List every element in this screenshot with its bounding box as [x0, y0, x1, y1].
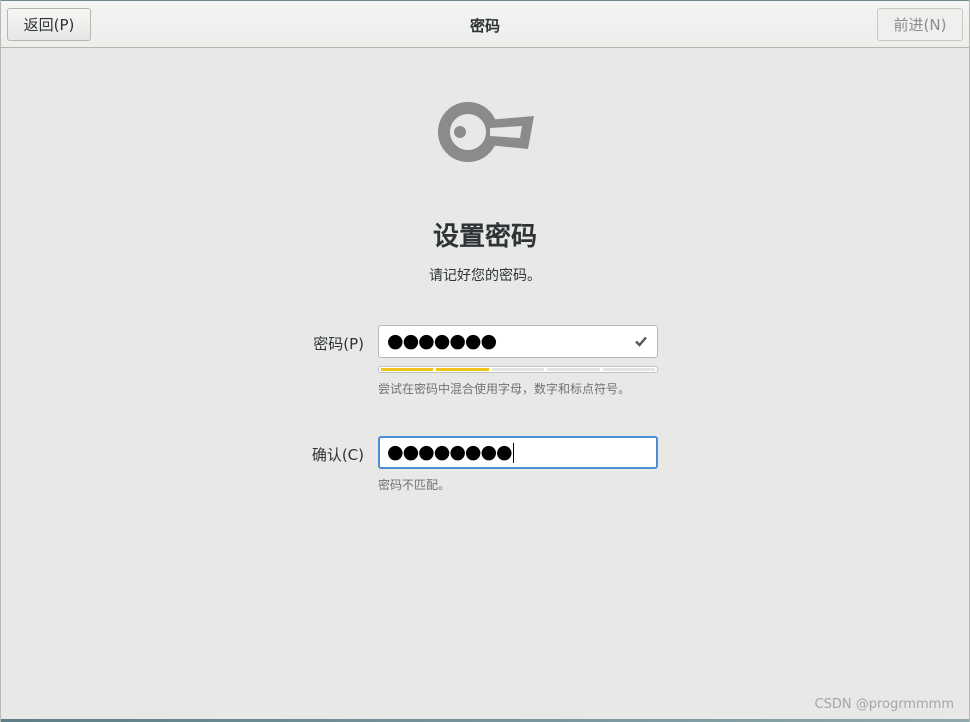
page-title: 设置密码: [432, 222, 537, 252]
key-icon: [438, 102, 534, 162]
installer-window: 返回(P) 密码 前进(N) 设置密码 请记好您的密码。 密码(P) ●●●●●…: [0, 0, 970, 722]
text-cursor: [512, 442, 514, 463]
page-subtitle: 请记好您的密码。: [429, 268, 541, 284]
confirm-hint: 密码不匹配。: [378, 478, 451, 492]
watermark: CSDN @progrmmmm: [814, 697, 954, 712]
password-value: ●●●●●●●: [387, 330, 497, 352]
next-button[interactable]: 前进(N): [877, 8, 963, 41]
strength-segment: [381, 368, 434, 371]
confirm-value: ●●●●●●●●: [387, 441, 513, 463]
confirm-password-field[interactable]: ●●●●●●●●: [378, 436, 658, 469]
check-icon: [635, 336, 647, 347]
password-hint: 尝试在密码中混合使用字母，数字和标点符号。: [378, 382, 631, 396]
strength-segment: [436, 368, 489, 371]
strength-segment: [602, 368, 656, 371]
strength-segment: [547, 368, 600, 371]
password-field[interactable]: ●●●●●●●: [378, 325, 658, 358]
password-strength-bar: [378, 366, 658, 373]
header-title: 密码: [469, 17, 500, 35]
password-label: 密码(P): [313, 335, 364, 353]
confirm-label: 确认(C): [311, 446, 364, 464]
header-bar: 返回(P) 密码 前进(N): [1, 0, 969, 48]
strength-segment: [491, 368, 545, 371]
